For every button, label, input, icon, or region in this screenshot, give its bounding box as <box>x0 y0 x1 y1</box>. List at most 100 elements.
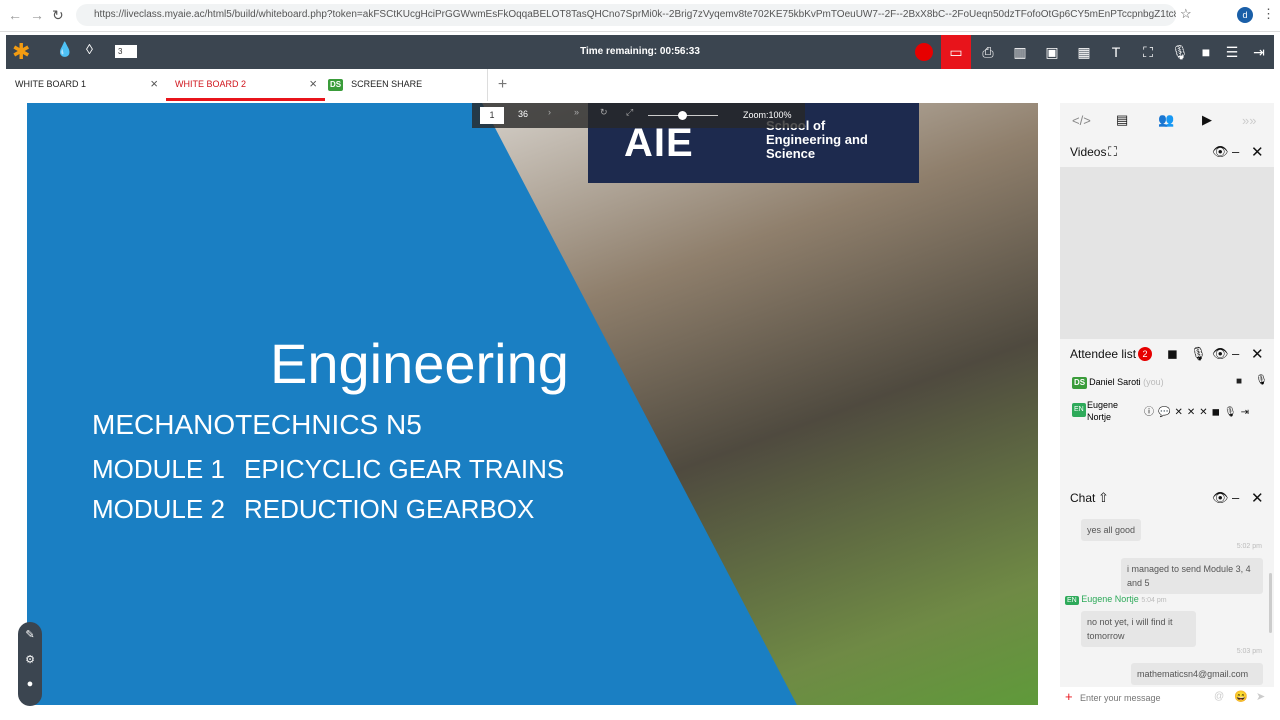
module-name: EPICYCLIC GEAR TRAINS <box>244 454 565 484</box>
attendee-title: Attendee list <box>1070 347 1137 361</box>
tab-label: WHITE BOARD 2 <box>175 79 247 89</box>
attendee-name: Daniel Saroti <box>1089 377 1141 387</box>
print-icon[interactable]: ⎙ <box>973 35 1003 69</box>
eye-icon[interactable]: 👁 <box>1212 144 1229 160</box>
fullscreen-icon[interactable]: ⛶ <box>1108 144 1117 160</box>
video-area <box>1060 167 1274 339</box>
text-file-icon[interactable]: T <box>1101 35 1131 69</box>
eye-icon[interactable]: 👁 <box>1212 490 1229 506</box>
tab-label: WHITE BOARD 1 <box>15 79 87 89</box>
page-input[interactable]: 1 <box>480 107 504 124</box>
rotate-icon[interactable]: ↻ <box>600 107 608 118</box>
app-toolbar: Time remaining: 00:56:33 ✱ 💧 ◊ 3 ▭ ⎙ ▥ ▣… <box>6 35 1274 69</box>
avatar: DS <box>1072 377 1088 389</box>
tab-screen-share[interactable]: DS SCREEN SHARE <box>325 69 487 101</box>
tab-whiteboard-1[interactable]: WHITE BOARD 1 × <box>6 69 166 101</box>
fit-icon[interactable]: ⤢ <box>626 107 633 118</box>
close-icon[interactable]: ✕ <box>1251 489 1264 507</box>
app-logo-icon: ✱ <box>12 39 31 64</box>
minimize-icon[interactable]: – <box>1232 346 1239 361</box>
fill-color-icon[interactable]: 💧 <box>56 41 73 58</box>
play-icon[interactable]: ▶ <box>1202 112 1212 128</box>
chat-message: yes all good <box>1081 519 1142 541</box>
poll-icon[interactable]: ▥ <box>1005 35 1035 69</box>
browser-bar: ← → ↻ https://liveclass.myaie.ac/html5/b… <box>0 0 1280 32</box>
avatar: EN <box>1065 596 1079 605</box>
sender-name: Eugene Nortje <box>1081 594 1139 604</box>
zoom-slider-handle[interactable] <box>678 111 687 120</box>
logo-sub-line: Engineering and <box>766 132 868 147</box>
message-time: 5:02 pm <box>1236 543 1262 550</box>
mention-icon[interactable]: @ <box>1214 691 1224 702</box>
people-icon[interactable]: 👥 <box>1158 112 1174 128</box>
module-name: REDUCTION GEARBOX <box>244 494 535 524</box>
tab-label: SCREEN SHARE <box>351 79 423 89</box>
close-icon[interactable]: ✕ <box>1251 143 1264 161</box>
videos-title: Videos <box>1070 145 1107 159</box>
pen-icon[interactable]: ✎ <box>18 628 42 641</box>
eye-icon[interactable]: 👁 <box>1212 346 1229 362</box>
stroke-color-icon[interactable]: ◊ <box>86 41 93 57</box>
camera-icon[interactable]: ■ <box>1236 376 1242 387</box>
last-page-icon[interactable]: » <box>574 107 579 117</box>
close-icon[interactable]: × <box>309 69 317 99</box>
next-page-icon[interactable]: › <box>548 107 551 117</box>
add-tab-button[interactable]: + <box>487 69 517 101</box>
code-icon[interactable]: </> <box>1072 113 1091 128</box>
screen-share-badge: DS <box>328 79 344 91</box>
export-icon[interactable]: ⇧ <box>1098 490 1109 506</box>
module-number: MODULE 2 <box>92 494 225 524</box>
attendee-count-badge: 2 <box>1138 347 1152 361</box>
avatar: EN <box>1072 403 1086 417</box>
add-icon[interactable]: + <box>1065 689 1073 704</box>
info-icon[interactable]: ● <box>18 678 42 690</box>
attendee-row[interactable]: EN Eugene Nortje <box>1072 399 1132 423</box>
minimize-icon[interactable]: – <box>1232 490 1239 505</box>
camera-off-icon[interactable]: ◼ <box>1167 346 1178 362</box>
minimize-icon[interactable]: – <box>1232 144 1239 159</box>
chat-title: Chat <box>1070 491 1096 505</box>
exit-icon[interactable]: ⇥ <box>1244 35 1274 69</box>
send-icon[interactable]: ➤ <box>1256 690 1265 703</box>
chat-scrollbar[interactable] <box>1269 573 1272 633</box>
mic-off-icon[interactable]: 🎙 <box>1190 346 1207 362</box>
attendee-row[interactable]: DS Daniel Saroti (you) <box>1072 377 1164 389</box>
settings-icon[interactable]: ⚙ <box>18 653 42 666</box>
chat-input-bar: + @ 😄 ➤ <box>1060 687 1274 708</box>
page-total: 36 <box>518 109 529 119</box>
reload-icon[interactable]: ↻ <box>52 7 64 24</box>
image-icon[interactable]: ▣ <box>1037 35 1067 69</box>
back-icon[interactable]: ← <box>8 7 22 23</box>
expand-icon[interactable]: »» <box>1242 113 1256 128</box>
star-icon[interactable]: ☆ <box>1180 6 1192 22</box>
close-icon[interactable]: × <box>150 69 158 99</box>
you-label: (you) <box>1143 377 1164 387</box>
profile-avatar[interactable]: d <box>1237 7 1253 23</box>
attendee-controls-icons[interactable]: ⓘ💬✕✕✕◼🎙⇥ <box>1144 403 1253 418</box>
whiteboard-button[interactable]: ▭ <box>941 35 971 69</box>
forward-icon[interactable]: → <box>30 7 44 23</box>
chat-message: no not yet, i will find it tomorrow <box>1081 611 1196 647</box>
tab-whiteboard-2[interactable]: WHITE BOARD 2 × <box>166 69 325 101</box>
menu-icon[interactable]: ⋮ <box>1262 6 1275 22</box>
video-file-icon[interactable]: ▦ <box>1069 35 1099 69</box>
microphone-icon[interactable]: 🎙 <box>1255 375 1268 386</box>
module-number: MODULE 1 <box>92 454 225 484</box>
chat-icon[interactable]: ▤ <box>1116 112 1128 128</box>
message-time: 5:03 pm <box>1236 648 1262 655</box>
close-icon[interactable]: ✕ <box>1251 345 1264 363</box>
slide-title: Engineering <box>270 332 569 395</box>
attendee-name: Eugene Nortje <box>1087 400 1119 422</box>
record-button[interactable] <box>915 43 933 61</box>
fullscreen-icon[interactable]: ⛶ <box>1133 35 1163 69</box>
message-sender: EN Eugene Nortje 5:04 pm <box>1065 594 1167 605</box>
message-time: 5:04 pm <box>1141 597 1167 604</box>
whiteboard-slide[interactable]: AIE School of Engineering and Science En… <box>27 103 1038 705</box>
address-bar[interactable]: https://liveclass.myaie.ac/html5/build/w… <box>76 4 1176 26</box>
side-panel: </> ▤ 👥 ▶ »» Videos ⛶ 👁 – ✕ Attendee lis… <box>1060 103 1274 708</box>
settings-icon[interactable]: ☰ <box>1217 35 1247 69</box>
chat-message: mathematicsn4@gmail.com <box>1131 663 1263 685</box>
stroke-width-input[interactable]: 3 <box>115 45 137 58</box>
emoji-icon[interactable]: 😄 <box>1234 690 1248 703</box>
chat-message-input[interactable] <box>1080 690 1210 705</box>
